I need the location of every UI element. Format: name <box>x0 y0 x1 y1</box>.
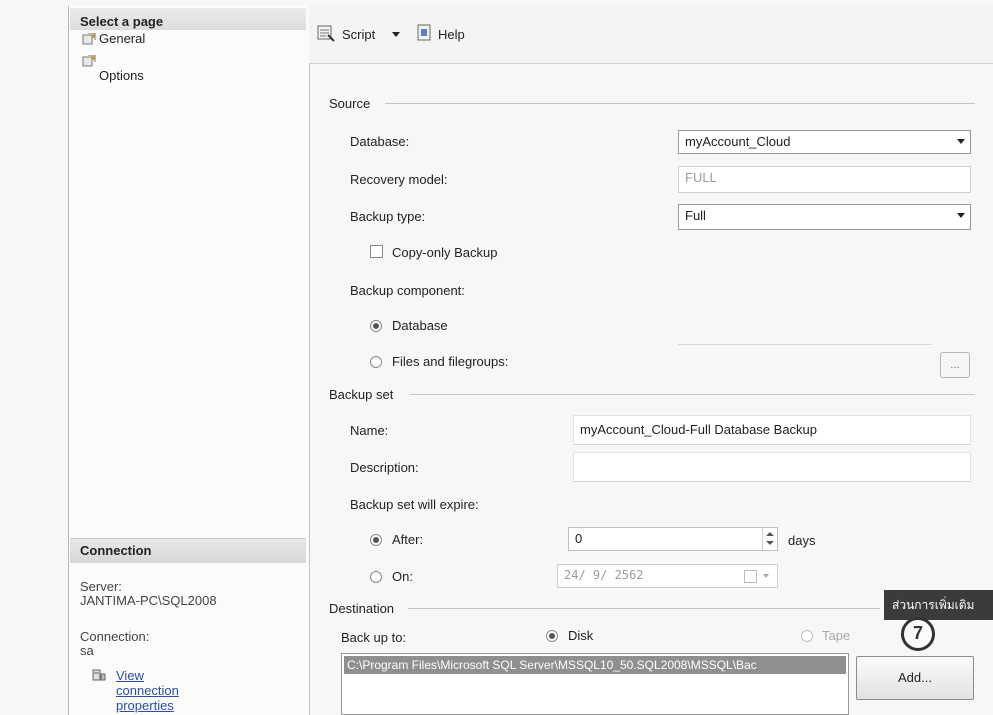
connection-value: sa <box>80 643 94 658</box>
expire-after-radio[interactable] <box>370 534 382 546</box>
description-input[interactable] <box>573 452 971 482</box>
recovery-model-field: FULL <box>678 166 971 193</box>
source-divider <box>385 103 975 104</box>
destination-path-item[interactable]: C:\Program Files\Microsoft SQL Server\MS… <box>344 656 846 674</box>
expire-days-spinner[interactable]: 0 <box>568 527 778 551</box>
copy-only-checkbox[interactable] <box>370 245 383 258</box>
expire-after-label: After: <box>392 532 424 547</box>
component-database-label: Database <box>392 318 448 333</box>
description-label: Description: <box>350 460 419 475</box>
select-page-title: Select a page <box>80 14 164 29</box>
spinner-arrows-icon[interactable] <box>762 528 777 550</box>
page-item-label: Options <box>99 68 144 83</box>
database-dropdown[interactable]: myAccount_Cloud <box>678 130 971 154</box>
backup-name-input[interactable]: myAccount_Cloud-Full Database Backup <box>573 415 971 445</box>
expire-label: Backup set will expire: <box>350 497 479 512</box>
chevron-down-icon <box>957 139 965 144</box>
connection-title: Connection <box>80 543 152 558</box>
destination-disk-label: Disk <box>568 628 594 643</box>
chevron-down-icon <box>957 213 965 218</box>
expire-date-value: 24/ 9/ 2562 <box>564 568 644 582</box>
copy-only-label: Copy-only Backup <box>392 245 498 260</box>
destination-list[interactable]: C:\Program Files\Microsoft SQL Server\MS… <box>341 653 849 715</box>
step-number: 7 <box>912 623 923 643</box>
select-page-panel <box>68 6 310 715</box>
destination-divider <box>408 608 880 609</box>
expire-date-picker[interactable]: 24/ 9/ 2562 <box>557 564 778 588</box>
page-icon <box>82 33 96 45</box>
back-up-to-label: Back up to: <box>341 630 407 645</box>
step-marker: 7 <box>901 617 935 651</box>
destination-tape-radio[interactable] <box>801 630 813 642</box>
files-field <box>678 344 932 345</box>
destination-section-title: Destination <box>329 601 395 616</box>
backup-type-dropdown[interactable]: Full <box>678 204 971 230</box>
chevron-down-icon <box>763 574 769 578</box>
destination-disk-radio[interactable] <box>546 630 558 642</box>
component-database-radio[interactable] <box>370 320 382 332</box>
backup-component-label: Backup component: <box>350 283 465 298</box>
annotation-tooltip: ส่วนการเพิ่มเติม <box>884 590 993 620</box>
backup-type-value: Full <box>685 208 706 223</box>
source-section-title: Source <box>329 96 371 111</box>
help-icon <box>417 24 431 41</box>
database-value: myAccount_Cloud <box>685 134 791 149</box>
expire-on-radio[interactable] <box>370 571 382 583</box>
server-value: JANTIMA-PC\SQL2008 <box>80 593 217 608</box>
view-connection-link[interactable]: View connection properties <box>116 668 179 713</box>
help-label: Help <box>438 27 465 42</box>
page-icon <box>82 55 96 67</box>
backup-name-value: myAccount_Cloud-Full Database Backup <box>580 422 818 437</box>
script-icon <box>317 25 335 42</box>
days-label: days <box>788 533 816 548</box>
database-label: Database: <box>350 134 410 149</box>
page-item-label: General <box>99 31 146 46</box>
server-label: Server: <box>80 579 122 594</box>
server-properties-icon <box>92 669 106 681</box>
backup-set-section-title: Backup set <box>329 387 394 402</box>
connection-label: Connection: <box>80 629 150 644</box>
calendar-icon[interactable] <box>744 570 757 583</box>
expire-on-label: On: <box>392 569 413 584</box>
recovery-model-value: FULL <box>685 170 717 185</box>
destination-tape-label: Tape <box>822 628 851 643</box>
browse-files-button[interactable]: ... <box>940 352 970 378</box>
backup-name-label: Name: <box>350 423 389 438</box>
toolbar <box>309 6 993 64</box>
add-button[interactable]: Add... <box>856 656 974 700</box>
backup-set-divider <box>410 394 975 395</box>
backup-type-label: Backup type: <box>350 209 426 224</box>
chevron-down-icon[interactable] <box>392 32 400 37</box>
component-files-label: Files and filegroups: <box>392 354 509 369</box>
script-label: Script <box>342 27 376 42</box>
recovery-model-label: Recovery model: <box>350 172 448 187</box>
expire-days-value: 0 <box>575 531 583 546</box>
component-files-radio[interactable] <box>370 356 382 368</box>
